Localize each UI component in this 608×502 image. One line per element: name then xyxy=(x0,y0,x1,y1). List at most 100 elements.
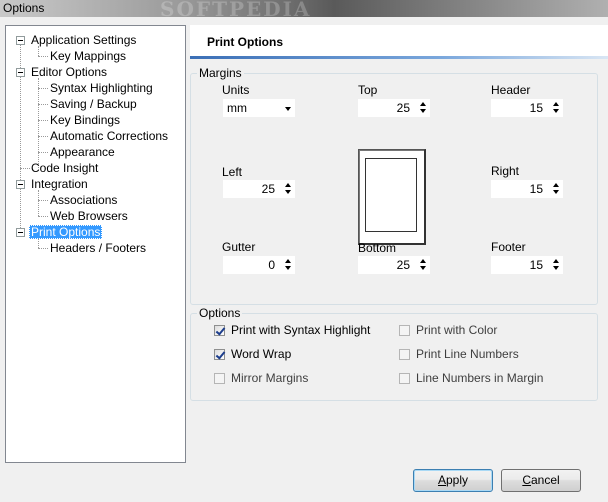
tree-branch-line xyxy=(38,136,48,137)
tree-item-label: Web Browsers xyxy=(50,209,128,223)
window-title: Options xyxy=(3,1,45,15)
checkbox-label: Word Wrap xyxy=(231,347,292,361)
checkbox-label: Line Numbers in Margin xyxy=(416,371,544,385)
tree-item-web-browsers[interactable]: Web Browsers xyxy=(48,209,130,224)
tree-item-headers-footers[interactable]: Headers / Footers xyxy=(48,241,148,256)
checkbox-checked-icon[interactable] xyxy=(214,325,225,336)
tree-branch-line xyxy=(38,152,48,153)
tree-branch-line xyxy=(38,216,48,217)
footer-spinner[interactable]: 15 xyxy=(491,256,563,274)
gutter-spinner[interactable]: 0 xyxy=(223,256,295,274)
page-header: Print Options xyxy=(190,25,608,59)
gutter-label: Gutter xyxy=(222,240,256,254)
tree-item-saving-backup[interactable]: Saving / Backup xyxy=(48,97,139,112)
checkbox-label: Print with Syntax Highlight xyxy=(231,323,371,337)
tree-branch-line xyxy=(38,78,39,168)
tree-item-automatic-corrections[interactable]: Automatic Corrections xyxy=(48,129,170,144)
tree-item-application-settings[interactable]: Application Settings xyxy=(29,33,138,48)
tree-branch-line xyxy=(38,104,48,105)
checkbox-icon[interactable] xyxy=(399,325,410,336)
checkbox-label: Print with Color xyxy=(416,323,498,337)
tree-item-label: Integration xyxy=(31,177,88,191)
tree-item-label: Application Settings xyxy=(31,33,137,47)
header-label: Header xyxy=(491,83,531,97)
collapse-icon[interactable] xyxy=(16,180,25,189)
collapse-icon[interactable] xyxy=(16,68,25,77)
left-value: 25 xyxy=(261,182,275,196)
tree-item-label: Headers / Footers xyxy=(50,241,147,255)
spin-arrows-icon[interactable] xyxy=(419,258,428,272)
bottom-spinner[interactable]: 25 xyxy=(358,256,430,274)
tree-branch-line xyxy=(38,120,48,121)
tree-item-label: Print Options xyxy=(29,225,103,239)
tree-item-print-options[interactable]: Print Options xyxy=(29,225,103,240)
footer-label: Footer xyxy=(491,240,526,254)
bottom-value: 25 xyxy=(396,258,410,272)
checkbox-icon[interactable] xyxy=(399,373,410,384)
units-value: mm xyxy=(227,101,247,115)
chevron-down-icon[interactable] xyxy=(285,107,291,111)
checkbox-label: Print Line Numbers xyxy=(416,347,519,361)
spin-arrows-icon[interactable] xyxy=(284,182,293,196)
checkbox-icon[interactable] xyxy=(214,373,225,384)
tree-item-label: Saving / Backup xyxy=(50,97,137,111)
left-spinner[interactable]: 25 xyxy=(223,180,295,198)
cancel-mnemonic: C xyxy=(522,473,531,487)
collapse-icon[interactable] xyxy=(16,36,25,45)
tree-item-editor-options[interactable]: Editor Options xyxy=(29,65,109,80)
right-spinner[interactable]: 15 xyxy=(491,180,563,198)
tree-branch-line xyxy=(38,248,48,249)
page-title: Print Options xyxy=(207,35,283,49)
tree-item-key-bindings[interactable]: Key Bindings xyxy=(48,113,122,128)
checkbox-icon[interactable] xyxy=(399,349,410,360)
gutter-value: 0 xyxy=(268,258,275,272)
tree-item-label: Syntax Highlighting xyxy=(50,81,153,95)
header-spinner[interactable]: 15 xyxy=(491,99,563,117)
right-label: Right xyxy=(491,164,520,178)
tree-item-label: Key Mappings xyxy=(50,49,127,63)
bottom-label: Bottom xyxy=(358,241,397,255)
units-label: Units xyxy=(222,83,250,97)
checkbox-label: Mirror Margins xyxy=(231,371,309,385)
spin-arrows-icon[interactable] xyxy=(552,182,561,196)
tree-branch-line xyxy=(38,200,48,201)
spin-arrows-icon[interactable] xyxy=(552,258,561,272)
apply-label: pply xyxy=(446,473,469,487)
title-bar: Options SOFTPEDIA xyxy=(0,0,608,21)
page-preview xyxy=(358,149,426,245)
margin-preview-frame xyxy=(365,158,417,232)
right-value: 15 xyxy=(529,182,543,196)
cancel-button[interactable]: Cancel xyxy=(501,469,581,492)
cancel-label: ancel xyxy=(530,473,560,487)
margins-group-title: Margins xyxy=(197,66,244,80)
spin-arrows-icon[interactable] xyxy=(284,258,293,272)
spin-arrows-icon[interactable] xyxy=(552,101,561,115)
tree-branch-line xyxy=(38,190,39,216)
tree-item-label: Automatic Corrections xyxy=(50,129,169,143)
spin-arrows-icon[interactable] xyxy=(419,101,428,115)
tree-item-label: Editor Options xyxy=(31,65,108,79)
units-select[interactable]: mm xyxy=(223,99,295,117)
tree-item-appearance[interactable]: Appearance xyxy=(48,145,117,160)
checkbox-checked-icon[interactable] xyxy=(214,349,225,360)
tree-item-label: Associations xyxy=(50,193,118,207)
options-dialog: Application Settings Key Mappings Editor… xyxy=(0,17,608,502)
top-value: 25 xyxy=(396,101,410,115)
top-label: Top xyxy=(358,83,378,97)
header-value: 15 xyxy=(529,101,543,115)
tree-item-associations[interactable]: Associations xyxy=(48,193,119,208)
collapse-icon[interactable] xyxy=(16,228,25,237)
tree-item-code-insight[interactable]: Code Insight xyxy=(29,161,100,176)
tree-item-label: Code Insight xyxy=(31,161,99,175)
tree-item-key-mappings[interactable]: Key Mappings xyxy=(48,49,128,64)
options-group-title: Options xyxy=(197,306,243,320)
footer-value: 15 xyxy=(529,258,543,272)
options-tree[interactable]: Application Settings Key Mappings Editor… xyxy=(5,25,186,463)
top-spinner[interactable]: 25 xyxy=(358,99,430,117)
tree-item-label: Key Bindings xyxy=(50,113,121,127)
tree-item-label: Appearance xyxy=(50,145,115,159)
tree-item-integration[interactable]: Integration xyxy=(29,177,90,192)
apply-mnemonic: A xyxy=(437,473,446,487)
apply-button[interactable]: Apply xyxy=(413,469,493,492)
tree-item-syntax-highlighting[interactable]: Syntax Highlighting xyxy=(48,81,155,96)
